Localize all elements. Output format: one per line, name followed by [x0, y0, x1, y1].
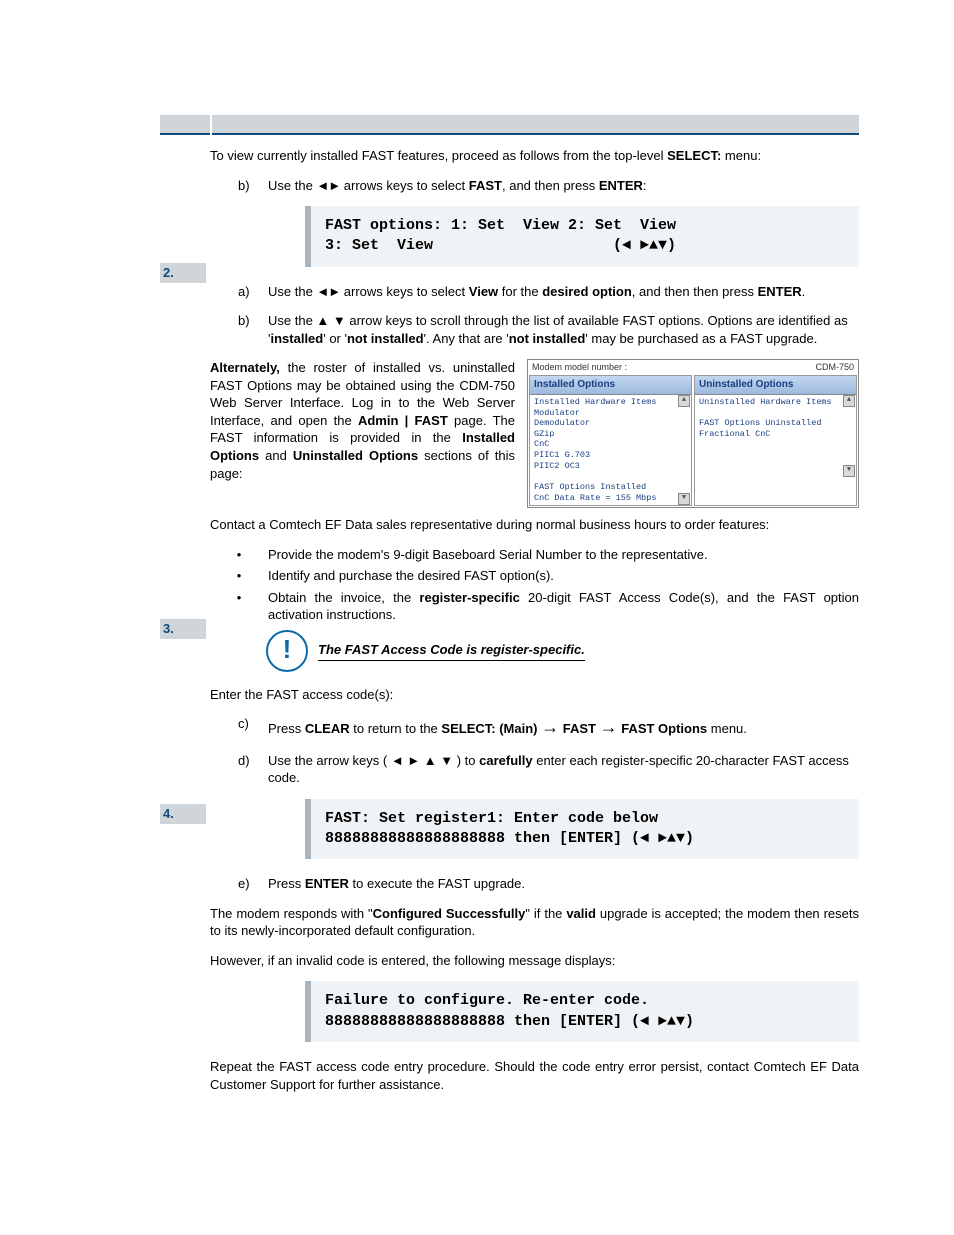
step2-b: b) Use the ◄► arrows keys to select FAST… — [210, 177, 859, 195]
step3-bullet-2: •Identify and purchase the desired FAST … — [210, 567, 859, 585]
alert-icon: ! — [266, 630, 308, 672]
step3-bullet-3: • Obtain the invoice, the register-speci… — [210, 589, 859, 624]
installed-options-body: ▲ ▼ Installed Hardware Items Modulator D… — [530, 395, 691, 505]
important-note: ! The FAST Access Code is register-speci… — [266, 630, 859, 672]
lcd-display-1: FAST options: 1: Set View 2: Set View 3:… — [305, 206, 859, 267]
section-header-bar — [160, 115, 859, 135]
step4-intro: Enter the FAST access code(s): — [210, 686, 859, 704]
step2-intro: To view currently installed FAST feature… — [210, 147, 859, 165]
web-interface-screenshot: Modem model number : CDM-750 Installed O… — [527, 359, 859, 508]
uninstalled-options-header: Uninstalled Options — [695, 376, 856, 395]
step2-b2: b) Use the ▲ ▼ arrow keys to scroll thro… — [210, 312, 859, 347]
uninstalled-options-body: ▲ ▼ Uninstalled Hardware Items FAST Opti… — [695, 395, 856, 477]
step4-d: d) Use the arrow keys ( ◄ ► ▲ ▼ ) to car… — [210, 752, 859, 787]
step4-e: e) Press ENTER to execute the FAST upgra… — [210, 875, 859, 893]
step4-c: c) Press CLEAR to return to the SELECT: … — [210, 715, 859, 739]
installed-options-header: Installed Options — [530, 376, 691, 395]
step-number-4: 4. — [160, 804, 206, 824]
step-number-3: 3. — [160, 619, 206, 639]
page-content: 2. To view currently installed FAST feat… — [210, 135, 859, 1093]
note-text: The FAST Access Code is register-specifi… — [318, 641, 585, 662]
step4-response-success: The modem responds with "Configured Succ… — [210, 905, 859, 940]
step3-bullet-1: •Provide the modem's 9-digit Baseboard S… — [210, 546, 859, 564]
step4-response-fail-intro: However, if an invalid code is entered, … — [210, 952, 859, 970]
lcd-display-3: Failure to configure. Re-enter code. 888… — [305, 981, 859, 1042]
step4-outro: Repeat the FAST access code entry proced… — [210, 1058, 859, 1093]
step3-intro: Contact a Comtech EF Data sales represen… — [210, 516, 859, 534]
step2-a2: a) Use the ◄► arrows keys to select View… — [210, 283, 859, 301]
lcd-display-2: FAST: Set register1: Enter code below 88… — [305, 799, 859, 860]
step-number-2: 2. — [160, 263, 206, 283]
